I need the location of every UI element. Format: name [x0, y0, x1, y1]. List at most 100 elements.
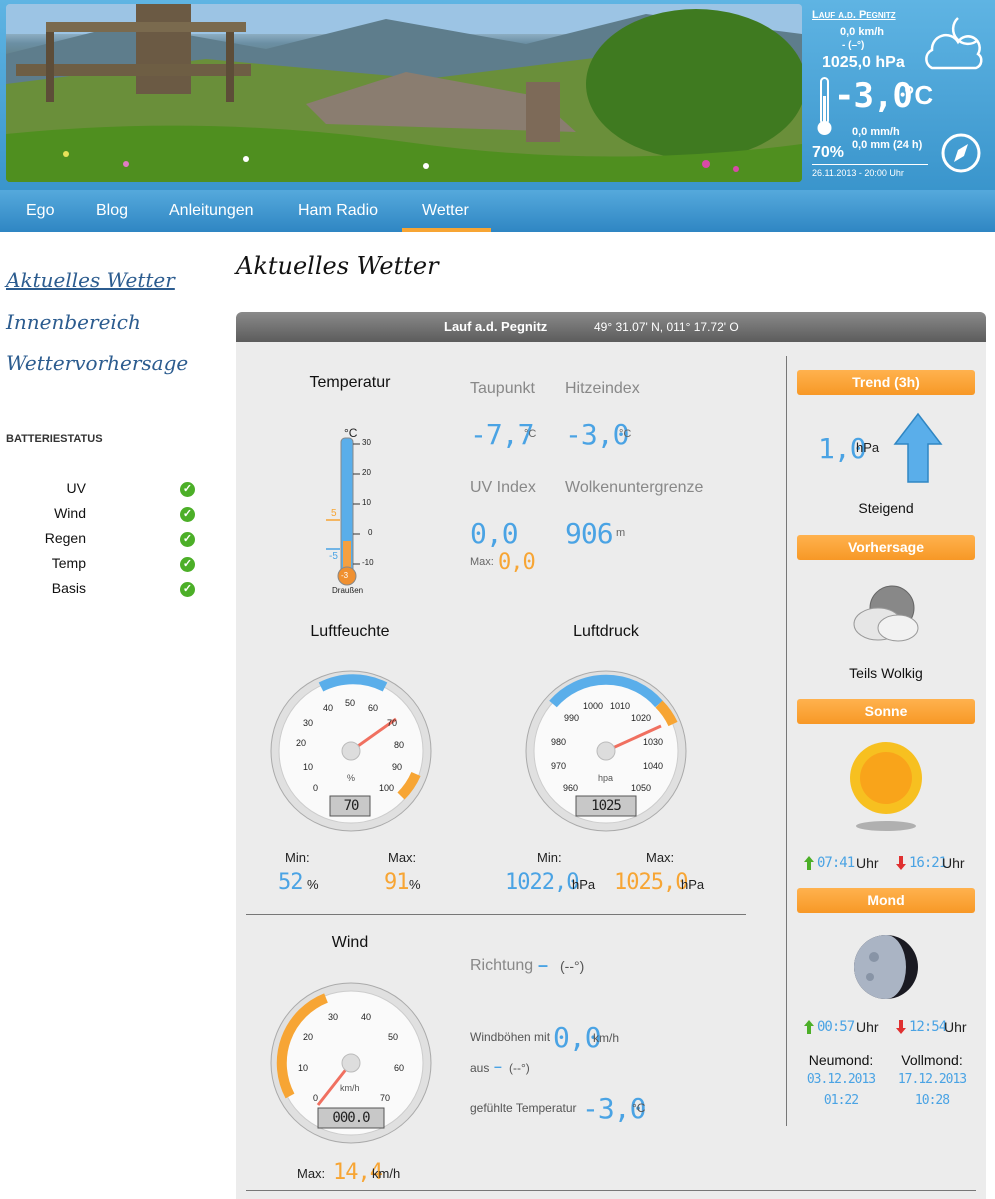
header-temp-unit: °C: [904, 80, 934, 110]
header-temperature: -3,0: [834, 76, 913, 116]
wind-direction-value: –: [538, 955, 549, 975]
sunset-time: 16:21: [909, 855, 947, 871]
cloudbase-label: Wolkenuntergrenze: [565, 479, 704, 496]
sun-icon: [850, 742, 922, 831]
header-humidity: 70%: [812, 144, 845, 161]
page-title: Aktuelles Wetter: [236, 252, 439, 280]
nav-item-wetter[interactable]: Wetter: [422, 202, 469, 220]
pressure-tick-1040: 1040: [643, 761, 664, 771]
thermometer-unit: °C: [344, 426, 358, 440]
check-icon: ✓: [180, 557, 195, 572]
humidity-tick-10: 10: [303, 762, 314, 772]
wind-tick-50: 50: [388, 1032, 399, 1042]
pressure-tick-960: 960: [563, 783, 579, 793]
trend-header: Trend (3h): [797, 370, 975, 395]
moonset-unit: Uhr: [944, 1019, 967, 1035]
thermometer-tick-minus10: -10: [362, 558, 374, 567]
temperature-thermometer: [326, 437, 360, 586]
panel-row-divider: [246, 914, 746, 915]
panel-bottom-divider: [246, 1190, 976, 1191]
header-divider: [812, 164, 928, 165]
header-datetime: 26.11.2013 - 20:00 Uhr: [812, 168, 904, 178]
cloudbase-value: 906: [565, 517, 614, 550]
sunset-arrow-icon: [896, 856, 906, 870]
moon-icon: [854, 935, 918, 999]
header-rain-24h: 0,0 mm (24 h): [852, 139, 923, 151]
wind-gauge-unit: km/h: [340, 1083, 360, 1093]
sunrise-arrow-icon: [804, 856, 814, 870]
cloud-moon-icon: [925, 17, 983, 70]
humidity-min-label: Min:: [285, 850, 310, 865]
nav-item-anleitungen[interactable]: Anleitungen: [169, 202, 254, 220]
sidebar-link-innenbereich[interactable]: Innenbereich: [6, 310, 141, 334]
humidity-gauge-unit: %: [347, 773, 356, 783]
temperature-title: Temperatur: [309, 374, 391, 391]
compass-icon: [941, 133, 981, 173]
wind-gauge-lcd: 000.0: [332, 1110, 370, 1126]
pressure-gauge-unit: hpa: [598, 773, 614, 783]
full-moon-time: 10:28: [914, 1093, 950, 1108]
humidity-tick-30: 30: [303, 718, 314, 728]
wind-max-label: Max:: [297, 1166, 326, 1181]
wind-tick-70: 70: [380, 1093, 391, 1103]
nav-item-ego[interactable]: Ego: [26, 202, 54, 220]
pressure-max-value: 1025,0: [614, 870, 688, 895]
forecast-text: Teils Wolkig: [849, 665, 923, 681]
sidebar-link-aktuelles-wetter[interactable]: Aktuelles Wetter: [6, 268, 175, 292]
humidity-tick-80: 80: [394, 740, 405, 750]
battery-label-wind: Wind: [54, 505, 86, 521]
nav-item-blog[interactable]: Blog: [96, 202, 128, 220]
panel-header: Lauf a.d. Pegnitz 49° 31.07' N, 011° 17.…: [236, 312, 986, 342]
site-header: Lauf a.d. Pegnitz 0,0 km/h - (–°) 1025,0…: [0, 0, 995, 190]
battery-label-regen: Regen: [44, 530, 86, 546]
thermometer-tick-0: 0: [368, 528, 373, 537]
pressure-gauge-lcd: 1025: [591, 798, 622, 814]
header-rain-rate: 0,0 mm/h: [852, 126, 900, 138]
humidity-tick-50: 50: [345, 698, 356, 708]
panel-column-divider: [786, 356, 787, 1126]
moonset-arrow-icon: [896, 1020, 906, 1034]
pressure-tick-970: 970: [551, 761, 567, 771]
feels-like-label: gefühlte Temperatur: [470, 1101, 577, 1115]
panel-coordinates: 49° 31.07' N, 011° 17.72' O: [594, 320, 739, 334]
pressure-tick-1030: 1030: [643, 737, 664, 747]
thermometer-label: Draußen: [332, 586, 364, 595]
thermometer-min-marker: -5: [329, 551, 338, 562]
cloudbase-unit: m: [616, 527, 626, 539]
new-moon-date: 03.12.2013: [806, 1072, 876, 1087]
new-moon-time: 01:22: [823, 1093, 859, 1108]
header-banner-image: [6, 4, 802, 182]
nav-item-ham-radio[interactable]: Ham Radio: [298, 202, 378, 220]
wind-title: Wind: [331, 934, 369, 951]
humidity-max-label: Max:: [388, 850, 417, 865]
thermometer-tick-20: 20: [362, 468, 371, 477]
arrow-up-icon: [893, 412, 943, 483]
pressure-title: Luftdruck: [573, 623, 639, 640]
humidity-tick-70: 70: [387, 718, 398, 728]
wind-from-value: –: [494, 1058, 502, 1074]
pressure-tick-980: 980: [551, 737, 567, 747]
sidebar-link-wettervorhersage[interactable]: Wettervorhersage: [6, 351, 188, 375]
cloud-icon: [853, 585, 919, 642]
full-moon-label: Vollmond:: [901, 1052, 963, 1068]
header-pressure: 1025,0 hPa: [822, 54, 905, 71]
pressure-max-label: Max:: [646, 850, 675, 865]
forecast-header: Vorhersage: [797, 535, 975, 560]
humidity-tick-20: 20: [296, 738, 307, 748]
header-wind: 0,0 km/h: [840, 26, 885, 38]
trend-text: Steigend: [858, 500, 914, 516]
wind-gust-label: Windböhen mit: [470, 1030, 551, 1044]
humidity-min-value: 52: [278, 870, 303, 895]
humidity-tick-60: 60: [368, 703, 379, 713]
full-moon-date: 17.12.2013: [897, 1072, 967, 1087]
humidity-title: Luftfeuchte: [310, 623, 390, 640]
humidity-min-unit: %: [307, 877, 319, 892]
header-location-link[interactable]: Lauf a.d. Pegnitz: [812, 9, 896, 21]
dewpoint-unit: °C: [524, 428, 537, 440]
battery-label-uv: UV: [66, 480, 86, 496]
thermometer-tick-10: 10: [362, 498, 371, 507]
current-weather-box: Lauf a.d. Pegnitz 0,0 km/h - (–°) 1025,0…: [806, 4, 992, 182]
heatindex-label: Hitzeindex: [565, 380, 640, 397]
humidity-tick-40: 40: [323, 703, 334, 713]
landscape-illustration: [6, 4, 802, 182]
